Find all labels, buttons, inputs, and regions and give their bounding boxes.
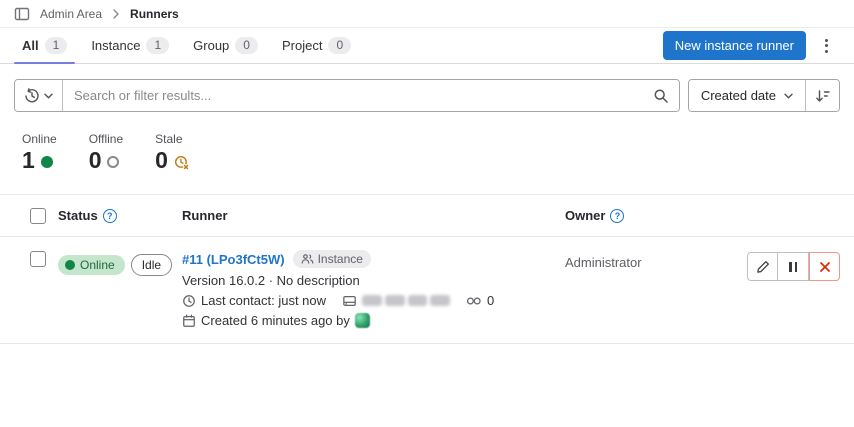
tab-count-badge: 0 <box>235 37 258 54</box>
runner-summary-cell: #11 (LPo3fCt5W) Instance Version 16.0.2 … <box>182 250 565 328</box>
disk-icon <box>342 294 357 308</box>
online-dot-icon <box>65 260 75 270</box>
tab-instance[interactable]: Instance 1 <box>83 28 177 63</box>
creator-avatar <box>355 313 370 328</box>
kebab-menu-button[interactable] <box>812 32 840 60</box>
offline-status-icon <box>107 156 119 168</box>
breadcrumb-section[interactable]: Admin Area <box>40 7 102 21</box>
stat-offline: Offline 0 <box>89 132 123 172</box>
ip-address-redacted <box>362 295 450 306</box>
runner-stats: Online 1 Offline 0 Stale 0 <box>0 112 854 172</box>
tab-count-badge: 1 <box>45 37 68 54</box>
status-badge-online: Online <box>58 255 125 275</box>
owner-link[interactable]: Administrator <box>565 255 747 270</box>
stat-label: Offline <box>89 132 123 146</box>
search-history-button[interactable] <box>15 80 63 111</box>
search-icon <box>653 88 669 104</box>
chevron-right-icon <box>112 9 120 19</box>
search-button[interactable] <box>643 80 679 111</box>
table-row: Online Idle #11 (LPo3fCt5W) Instance Ver… <box>0 237 854 344</box>
runner-contact-line: Last contact: just now 0 <box>182 293 565 308</box>
sort-label: Created date <box>701 88 776 103</box>
new-instance-runner-button[interactable]: New instance runner <box>663 31 806 60</box>
pause-icon <box>789 262 797 272</box>
pencil-icon <box>756 260 770 274</box>
tab-group[interactable]: Group 0 <box>185 28 266 63</box>
table-header-row: Status ? Runner Owner ? <box>0 194 854 237</box>
clock-icon <box>182 294 196 308</box>
stat-label: Stale <box>155 132 189 146</box>
edit-runner-button[interactable] <box>747 252 778 281</box>
column-header-owner: Owner ? <box>565 208 840 223</box>
stat-stale: Stale 0 <box>155 132 189 172</box>
x-icon <box>819 261 831 273</box>
created-text: Created 6 minutes ago by <box>201 313 350 328</box>
delete-runner-button[interactable] <box>809 252 840 281</box>
runner-created-line: Created 6 minutes ago by <box>182 313 565 328</box>
runner-type-tabs: All 1 Instance 1 Group 0 Project 0 New i… <box>0 28 854 64</box>
help-icon[interactable]: ? <box>103 209 117 223</box>
chevron-down-icon <box>784 93 793 99</box>
link-icon <box>466 295 482 307</box>
sort-dropdown-button[interactable]: Created date <box>689 80 805 111</box>
runner-version-line: Version 16.0.2 · No description <box>182 273 565 288</box>
tab-project[interactable]: Project 0 <box>274 28 359 63</box>
breadcrumb: Admin Area Runners <box>0 0 854 28</box>
calendar-icon <box>182 314 196 328</box>
runner-link[interactable]: #11 (LPo3fCt5W) <box>182 252 285 267</box>
sort-descending-icon <box>815 88 831 104</box>
row-checkbox[interactable] <box>30 251 46 267</box>
instance-type-badge: Instance <box>293 250 371 268</box>
stat-label: Online <box>22 132 57 146</box>
column-header-runner: Runner <box>182 208 565 223</box>
stat-value: 0 <box>89 149 102 172</box>
search-input[interactable] <box>63 80 643 111</box>
pause-runner-button[interactable] <box>778 252 809 281</box>
search-box <box>14 79 680 112</box>
tab-count-badge: 0 <box>328 37 351 54</box>
sidebar-toggle-icon[interactable] <box>14 6 30 22</box>
filter-bar: Created date <box>14 79 840 112</box>
jobs-count: 0 <box>487 293 494 308</box>
select-all-checkbox[interactable] <box>30 208 46 224</box>
runner-status-cell: Online Idle <box>58 254 182 276</box>
runners-table: Status ? Runner Owner ? Online Idle #11 … <box>0 194 854 344</box>
last-contact-text: Last contact: just now <box>201 293 326 308</box>
stat-online: Online 1 <box>22 132 57 172</box>
tab-count-badge: 1 <box>146 37 169 54</box>
status-badge-idle: Idle <box>131 254 172 276</box>
stale-clock-icon <box>174 155 189 170</box>
sort-direction-button[interactable] <box>805 80 839 111</box>
chevron-down-icon <box>44 93 53 99</box>
breadcrumb-page: Runners <box>130 7 179 21</box>
tab-all[interactable]: All 1 <box>14 28 75 63</box>
sort-control: Created date <box>688 79 840 112</box>
runner-actions <box>747 252 840 281</box>
help-icon[interactable]: ? <box>610 209 624 223</box>
column-header-status: Status ? <box>58 208 182 223</box>
people-icon <box>301 253 314 265</box>
stat-value: 1 <box>22 149 35 172</box>
stat-value: 0 <box>155 149 168 172</box>
history-icon <box>24 88 40 104</box>
online-status-icon <box>41 156 53 168</box>
